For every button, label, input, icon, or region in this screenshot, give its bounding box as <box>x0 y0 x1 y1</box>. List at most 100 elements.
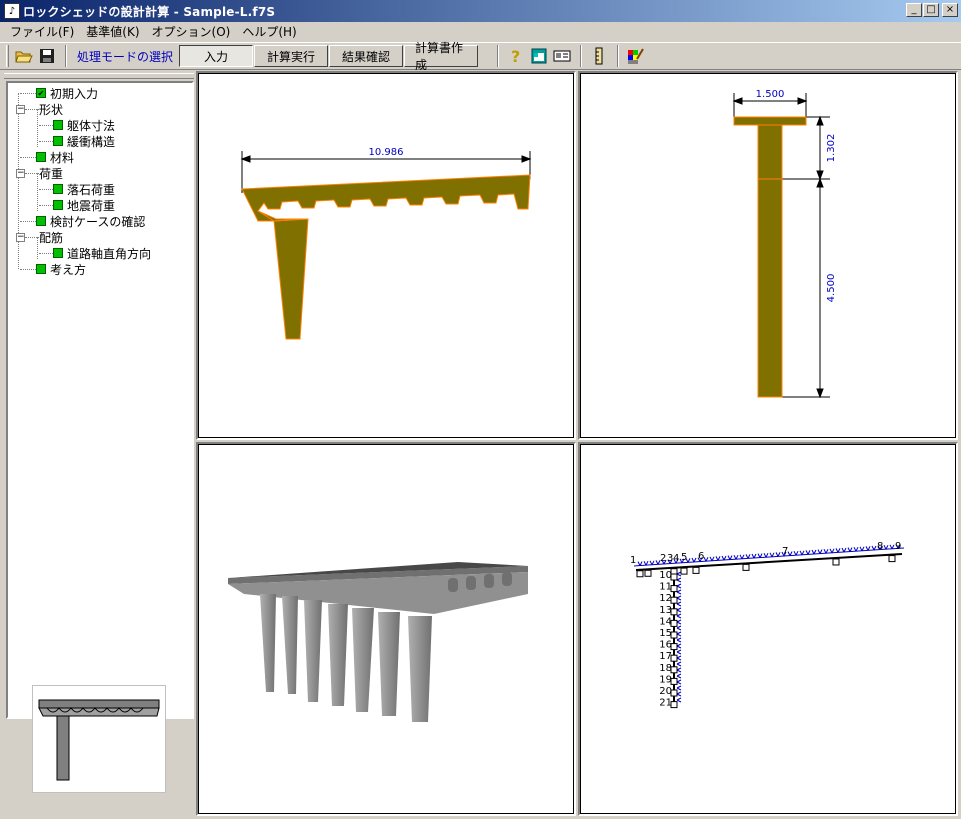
load-arrow <box>676 685 682 691</box>
status-box-icon <box>36 264 46 274</box>
toolbar-separator <box>580 45 583 67</box>
node-marker <box>644 569 652 577</box>
front-view[interactable]: 10.986 <box>196 71 576 440</box>
load-arrow <box>676 583 682 589</box>
input-tree: ✔ 初期入力 − 形状 躯体寸法 緩衝構造 材料 − 荷重 落石荷重 地震荷重 … <box>6 81 194 719</box>
tree-item-seismic-load[interactable]: 地震荷重 <box>10 197 192 213</box>
load-arrow <box>871 545 877 551</box>
load-arrow <box>676 625 682 631</box>
frame-model-view[interactable]: 123456789 10 11 12 13 14 15 16 17 18 19 20 21 <box>578 442 958 816</box>
collapse-icon[interactable]: − <box>16 232 25 242</box>
load-arrow <box>865 546 871 551</box>
node-label: 16 <box>659 640 672 651</box>
tree-item-initial-input[interactable]: ✔ 初期入力 <box>10 85 192 101</box>
tree-item-case-check[interactable]: 検討ケースの確認 <box>10 213 192 229</box>
load-arrow <box>835 548 841 553</box>
tree-item-shape[interactable]: − 形状 <box>10 101 192 117</box>
side-section-shape <box>733 116 807 398</box>
maximize-button[interactable]: □ <box>923 3 939 17</box>
load-arrow <box>691 557 697 563</box>
node-marker <box>888 555 896 563</box>
node-label: 5 <box>681 552 687 563</box>
tree-item-body-dimensions[interactable]: 躯体寸法 <box>10 117 192 133</box>
svg-text:?: ? <box>511 47 520 65</box>
load-arrow <box>841 547 847 553</box>
toolbar-grip[interactable] <box>6 45 9 67</box>
load-arrow <box>757 553 763 558</box>
toolbar-separator <box>65 45 67 67</box>
top-width-dimension: 1.500 <box>756 89 785 100</box>
load-arrow <box>751 553 757 559</box>
ruler-icon[interactable] <box>588 45 610 67</box>
node-marker <box>680 567 688 575</box>
side-view[interactable]: 1.500 1.302 4.500 <box>578 71 958 440</box>
node-label: 21 <box>659 698 672 709</box>
load-arrow <box>727 555 733 560</box>
collapse-icon[interactable]: − <box>16 104 25 114</box>
load-arrow <box>643 560 649 566</box>
load-arrow <box>676 661 682 667</box>
mode-input-button[interactable]: 入力 <box>179 45 254 67</box>
node-marker <box>670 573 678 581</box>
menu-file[interactable]: ファイル(F) <box>4 23 80 40</box>
node-label: 17 <box>659 651 672 662</box>
load-arrow <box>829 548 835 554</box>
tree-item-approach[interactable]: 考え方 <box>10 261 192 277</box>
node-marker <box>670 701 678 709</box>
upper-height-dimension: 1.302 <box>826 134 837 163</box>
menu-standards[interactable]: 基準値(K) <box>80 23 145 40</box>
load-arrow <box>676 655 682 661</box>
app-icon: ♪ <box>4 3 20 19</box>
mode-results-button[interactable]: 結果確認 <box>329 45 404 67</box>
3d-model <box>228 562 528 722</box>
load-arrow <box>676 679 682 685</box>
3d-view[interactable] <box>196 442 576 816</box>
tree-item-rockfall-load[interactable]: 落石荷重 <box>10 181 192 197</box>
node-label: 11 <box>659 582 672 593</box>
node-marker <box>670 596 678 604</box>
minimize-button[interactable]: _ <box>906 3 922 17</box>
save-icon[interactable] <box>36 45 58 67</box>
load-arrow <box>733 554 739 560</box>
load-arrow <box>799 550 805 556</box>
tree-item-reinforcement[interactable]: − 配筋 <box>10 229 192 245</box>
mode-calculate-button[interactable]: 計算実行 <box>254 45 329 67</box>
tree-item-cushion-structure[interactable]: 緩衝構造 <box>10 133 192 149</box>
menu-help[interactable]: ヘルプ(H) <box>236 23 302 40</box>
load-arrow <box>676 607 682 613</box>
load-arrow <box>715 556 721 561</box>
collapse-icon[interactable]: − <box>16 168 25 178</box>
card-icon[interactable] <box>551 45 573 67</box>
tree-item-materials[interactable]: 材料 <box>10 149 192 165</box>
node-marker <box>692 566 700 574</box>
status-box-icon <box>53 136 63 146</box>
load-arrow <box>889 544 895 550</box>
color-settings-icon[interactable] <box>625 45 647 67</box>
tree-item-loads[interactable]: − 荷重 <box>10 165 192 181</box>
title-bar: ♪ ロックシェッドの設計計算 - Sample-L.f7S _ □ × <box>0 0 961 22</box>
node-label: 20 <box>659 686 672 697</box>
node-label: 6 <box>698 551 704 562</box>
load-arrow <box>676 697 682 703</box>
load-arrow <box>676 673 682 679</box>
tree-item-road-transverse[interactable]: 道路軸直角方向 <box>10 245 192 261</box>
menu-options[interactable]: オプション(O) <box>146 23 237 40</box>
close-button[interactable]: × <box>942 3 958 17</box>
mode-report-button[interactable]: 計算書作成 <box>404 41 479 72</box>
node-marker <box>670 666 678 674</box>
load-arrow <box>769 552 775 558</box>
node-label: 1 <box>630 555 636 566</box>
load-arrow <box>793 550 799 556</box>
window-layout-icon[interactable] <box>528 45 550 67</box>
load-arrow <box>883 544 889 550</box>
front-width-dimension: 10.986 <box>369 147 404 158</box>
help-icon[interactable]: ? <box>505 45 527 67</box>
check-icon: ✔ <box>36 88 46 98</box>
open-folder-icon[interactable] <box>13 45 35 67</box>
load-arrow <box>775 552 781 557</box>
load-arrow <box>676 643 682 649</box>
load-arrow <box>859 546 865 552</box>
front-section-shape <box>241 174 531 340</box>
node-label: 10 <box>659 570 672 581</box>
node-marker <box>832 558 840 566</box>
